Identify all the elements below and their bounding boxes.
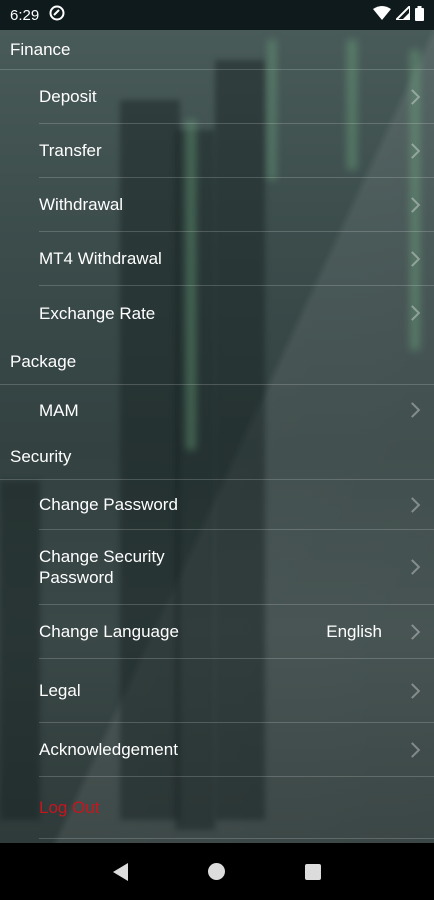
menu-item-label: Legal	[39, 681, 81, 700]
menu-item-label: Acknowledgement	[39, 740, 178, 759]
navigation-bar	[0, 843, 434, 900]
menu-item-change-security-password[interactable]: Change Security Password	[39, 530, 434, 605]
menu-item-label: MT4 Withdrawal	[39, 249, 162, 268]
menu-item-legal[interactable]: Legal	[39, 659, 434, 723]
battery-icon	[415, 5, 424, 25]
signal-icon	[393, 3, 411, 24]
menu-item-withdrawal[interactable]: Withdrawal	[39, 178, 434, 232]
home-icon[interactable]	[208, 863, 225, 880]
language-value: English	[326, 621, 382, 641]
chevron-right-icon	[404, 623, 421, 640]
data-saver-icon	[49, 5, 65, 25]
menu-item-mt4-withdrawal[interactable]: MT4 Withdrawal	[39, 232, 434, 286]
logout-button[interactable]: Log Out	[39, 777, 434, 839]
status-time: 6:29	[10, 6, 40, 24]
menu-item-label: MAM	[39, 400, 79, 420]
menu-item-change-password[interactable]: Change Password	[39, 480, 434, 530]
menu-item-label: Deposit	[39, 87, 97, 106]
menu-item-transfer[interactable]: Transfer	[39, 124, 434, 178]
menu-item-label: Exchange Rate	[39, 303, 156, 323]
section-security: Security	[0, 435, 434, 480]
menu-item-deposit[interactable]: Deposit	[39, 70, 434, 124]
menu-item-label: Transfer	[39, 141, 102, 160]
wifi-icon	[373, 6, 391, 24]
recent-apps-icon[interactable]	[305, 863, 321, 880]
back-icon[interactable]	[113, 862, 128, 881]
menu-item-label: Change Language	[39, 622, 179, 641]
settings-menu: Finance Deposit Transfer Withdrawal MT4 …	[0, 30, 434, 839]
menu-item-mam[interactable]: MAM	[39, 385, 434, 435]
menu-item-label: Change Password	[39, 495, 178, 514]
menu-item-label: Change Security Password	[39, 547, 165, 587]
status-bar: 6:29	[0, 0, 434, 30]
menu-item-change-language[interactable]: Change Language English	[39, 605, 434, 659]
section-package: Package	[0, 340, 434, 385]
menu-item-acknowledgement[interactable]: Acknowledgement	[39, 723, 434, 777]
section-finance: Finance	[0, 30, 434, 70]
menu-item-label: Withdrawal	[39, 195, 124, 214]
menu-item-exchange-rate[interactable]: Exchange Rate	[39, 286, 434, 340]
